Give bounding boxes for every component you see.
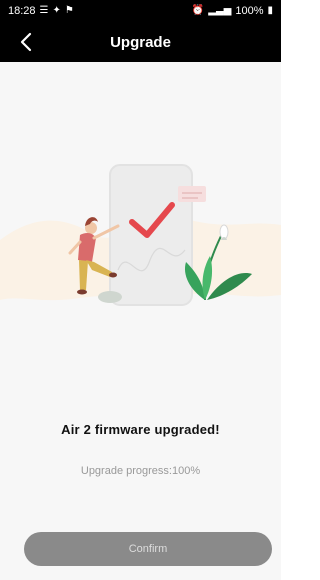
upgrade-progress-text: Upgrade progress:100%: [80, 465, 201, 477]
alarm-icon: ⏰: [191, 5, 205, 16]
upgrade-screen: 18:28 ☰ ✦ ⚑ ⏰ ▂▃▅ 100% ▮ Upgrade Air 2 f…: [0, 0, 281, 580]
battery-icon: ▮: [267, 5, 273, 16]
chevron-left-icon: [20, 32, 32, 52]
notification-icon: ☰: [39, 5, 49, 16]
status-bar: 18:28 ☰ ✦ ⚑ ⏰ ▂▃▅ 100% ▮: [0, 0, 281, 22]
status-time: 18:28: [8, 5, 36, 17]
battery-text: 100%: [235, 5, 264, 17]
main-content: Air 2 firmware upgraded! Upgrade progres…: [0, 62, 281, 580]
confirm-label: Confirm: [128, 543, 168, 555]
page-title: Upgrade: [110, 33, 171, 51]
status-right: ⏰ ▂▃▅ 100% ▮: [192, 5, 273, 17]
signal-icon: ▂▃▅: [208, 5, 232, 16]
status-left: 18:28 ☰ ✦ ⚑: [8, 5, 74, 17]
upgrade-result-title: Air 2 firmware upgraded!: [61, 422, 220, 437]
back-button[interactable]: [12, 28, 40, 56]
confirm-button[interactable]: Confirm: [24, 532, 272, 566]
upgrade-illustration: [0, 164, 281, 306]
notification-icon: ✦: [52, 5, 61, 16]
notification-icon: ⚑: [64, 5, 74, 16]
app-bar: Upgrade: [0, 22, 281, 62]
